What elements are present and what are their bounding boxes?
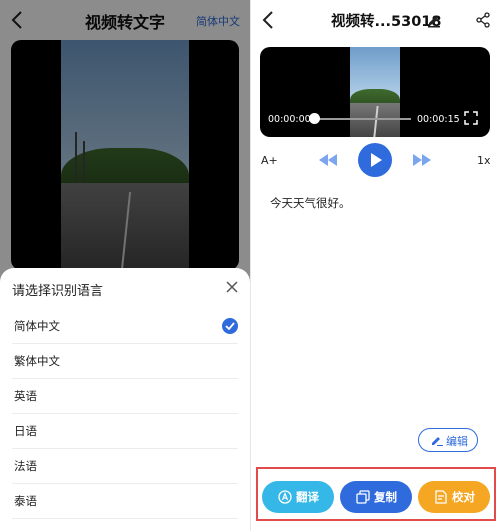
total-time: 00:00:15 bbox=[417, 114, 460, 125]
option-label: 日语 bbox=[14, 424, 37, 438]
transcript-text[interactable]: 今天天气很好。 bbox=[270, 195, 351, 211]
option-label: 泰语 bbox=[14, 494, 37, 508]
proofread-icon bbox=[435, 490, 447, 504]
progress-knob[interactable] bbox=[309, 113, 320, 124]
pencil-icon bbox=[432, 437, 443, 446]
language-option-thai[interactable]: 泰语 bbox=[12, 484, 238, 519]
translate-button[interactable]: 翻译 bbox=[262, 481, 334, 513]
edit-button[interactable]: 编辑 bbox=[418, 428, 478, 452]
right-header: 视频转...53018 bbox=[251, 0, 500, 40]
copy-label: 复制 bbox=[374, 490, 397, 504]
proofread-button[interactable]: 校对 bbox=[418, 481, 490, 513]
option-label: 英语 bbox=[14, 389, 37, 403]
language-option-english[interactable]: 英语 bbox=[12, 379, 238, 414]
left-screen: 视频转文字 简体中文 请选择识别语言 简体中文 繁体中文 英语 日语 法语 泰语 bbox=[0, 0, 250, 531]
language-option-japanese[interactable]: 日语 bbox=[12, 414, 238, 449]
option-label: 繁体中文 bbox=[14, 354, 60, 368]
language-option-french[interactable]: 法语 bbox=[12, 449, 238, 484]
option-label: 法语 bbox=[14, 459, 37, 473]
playback-controls: A+ 1x bbox=[251, 143, 500, 179]
rewind-icon[interactable] bbox=[318, 153, 338, 167]
close-icon[interactable] bbox=[224, 279, 240, 295]
fullscreen-icon[interactable] bbox=[464, 111, 478, 125]
fast-forward-icon[interactable] bbox=[412, 153, 432, 167]
progress-track[interactable] bbox=[315, 118, 411, 120]
translate-label: 翻译 bbox=[296, 490, 319, 504]
font-size-button[interactable]: A+ bbox=[261, 154, 278, 167]
current-time: 00:00:00 bbox=[268, 114, 311, 125]
language-option-simplified-chinese[interactable]: 简体中文 bbox=[12, 309, 238, 344]
check-icon bbox=[222, 318, 238, 334]
copy-icon bbox=[356, 490, 370, 504]
video-frame bbox=[350, 47, 400, 137]
translate-icon bbox=[278, 490, 292, 504]
copy-button[interactable]: 复制 bbox=[340, 481, 412, 513]
language-option-traditional-chinese[interactable]: 繁体中文 bbox=[12, 344, 238, 379]
share-icon[interactable] bbox=[476, 12, 490, 28]
play-button[interactable] bbox=[358, 143, 392, 177]
proofread-label: 校对 bbox=[452, 490, 475, 504]
right-screen: 视频转...53018 00:00:00 00:00:15 A+ 1x 今天天气… bbox=[251, 0, 500, 531]
edit-button-label: 编辑 bbox=[446, 435, 468, 448]
pencil-icon[interactable] bbox=[427, 12, 441, 28]
sheet-title: 请选择识别语言 bbox=[12, 284, 104, 299]
play-icon bbox=[371, 153, 382, 167]
playback-speed-button[interactable]: 1x bbox=[477, 154, 491, 167]
action-bar: 翻译 复制 校对 bbox=[256, 467, 496, 521]
back-arrow-icon[interactable] bbox=[259, 8, 279, 32]
language-bottom-sheet: 请选择识别语言 简体中文 繁体中文 英语 日语 法语 泰语 bbox=[0, 268, 250, 531]
video-player[interactable]: 00:00:00 00:00:15 bbox=[260, 47, 490, 137]
option-label: 简体中文 bbox=[14, 319, 60, 333]
file-title: 视频转...53018 bbox=[331, 14, 442, 30]
